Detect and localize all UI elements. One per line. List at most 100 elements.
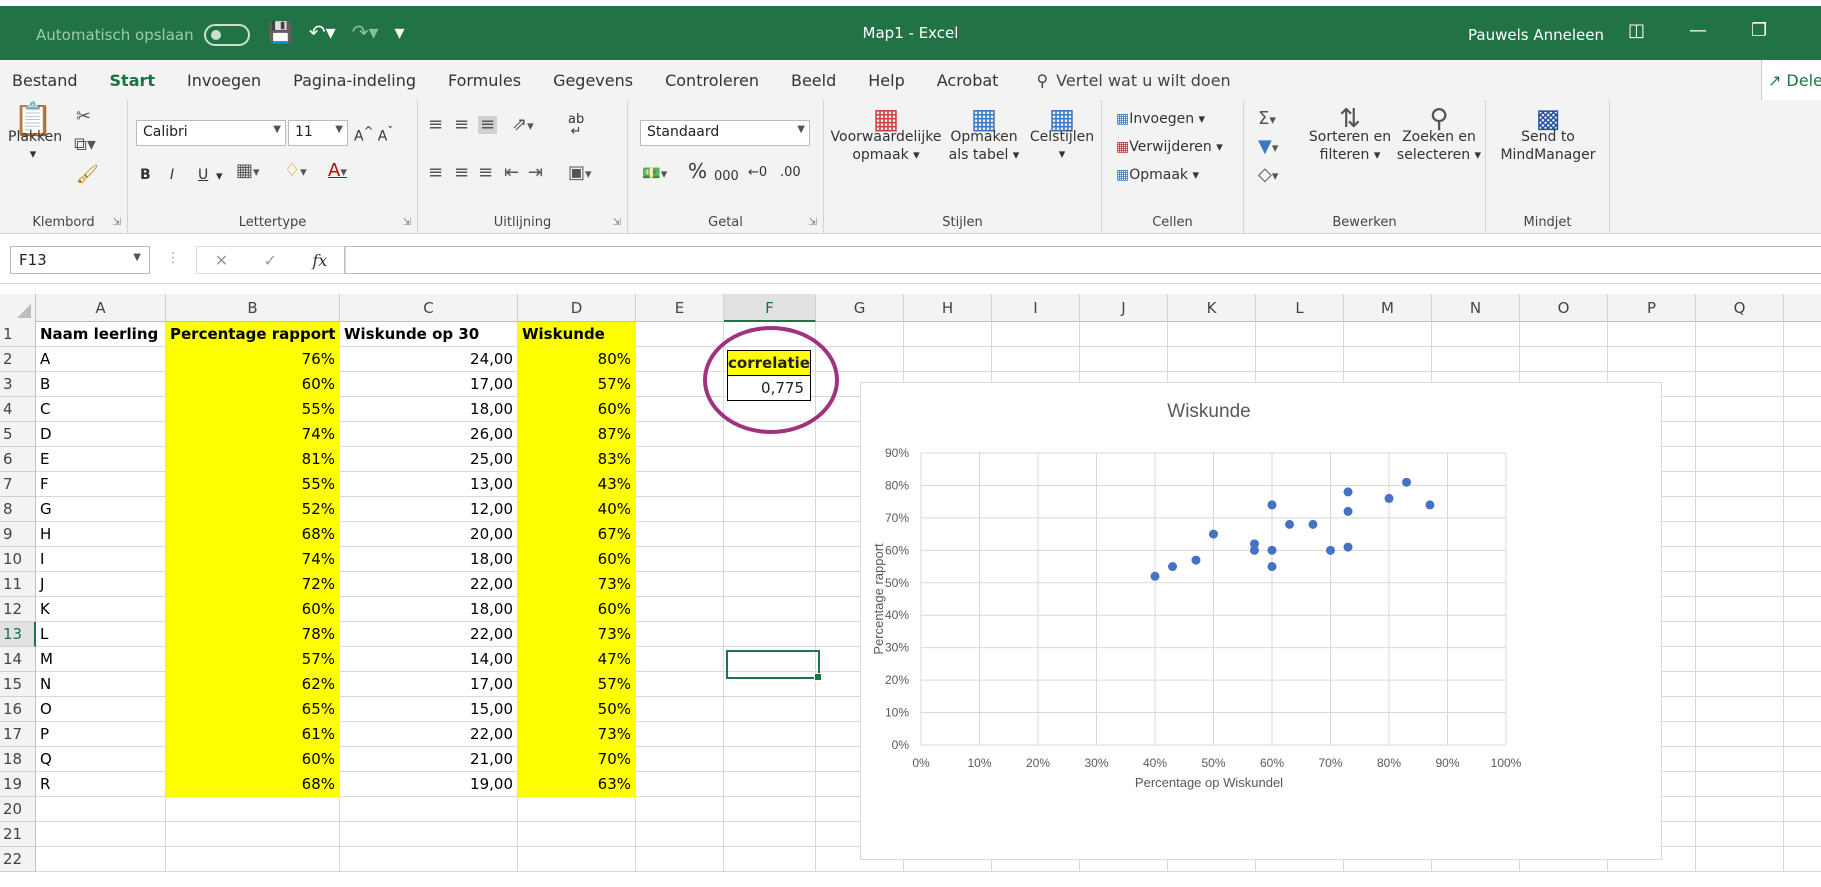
cell[interactable]: [1696, 372, 1784, 397]
column-header-b[interactable]: B: [166, 294, 340, 322]
column-header-q[interactable]: Q: [1696, 294, 1784, 322]
cell[interactable]: [724, 547, 816, 572]
align-left-icon[interactable]: ≡: [428, 164, 443, 182]
cell[interactable]: [1080, 322, 1168, 347]
dialog-launcher-icon[interactable]: ⇲: [613, 217, 621, 228]
row-header[interactable]: 2: [0, 347, 36, 372]
font-size-combo[interactable]: 11 ▼: [288, 120, 348, 146]
cell[interactable]: [636, 722, 724, 747]
cell[interactable]: [1344, 322, 1432, 347]
cell[interactable]: [1696, 322, 1784, 347]
cell[interactable]: 73%: [518, 622, 636, 647]
tab-bestand[interactable]: Bestand: [0, 71, 94, 90]
tab-invoegen[interactable]: Invoegen: [171, 71, 277, 90]
borders-icon[interactable]: ▦▾: [236, 162, 260, 182]
cell[interactable]: 74%: [166, 547, 340, 572]
cell[interactable]: [1696, 847, 1784, 872]
cell[interactable]: 50%: [518, 697, 636, 722]
column-header-j[interactable]: J: [1080, 294, 1168, 322]
column-header-o[interactable]: O: [1520, 294, 1608, 322]
increase-indent-icon[interactable]: ⇥: [528, 164, 543, 182]
cell[interactable]: E: [36, 447, 166, 472]
cell[interactable]: [1696, 597, 1784, 622]
cell[interactable]: [724, 822, 816, 847]
cell[interactable]: [1784, 647, 1821, 672]
row-header[interactable]: 14: [0, 647, 36, 672]
cell[interactable]: 57%: [166, 647, 340, 672]
cell[interactable]: [636, 497, 724, 522]
row-header[interactable]: 18: [0, 747, 36, 772]
cell[interactable]: G: [36, 497, 166, 522]
cell[interactable]: [1168, 322, 1256, 347]
column-header-r[interactable]: R: [1784, 294, 1821, 322]
name-box[interactable]: F13 ▼: [10, 246, 150, 274]
cell[interactable]: [636, 572, 724, 597]
font-name-combo[interactable]: Calibri ▼: [136, 120, 286, 146]
cell[interactable]: J: [36, 572, 166, 597]
delete-cells-button[interactable]: ▦Verwijderen ▾: [1116, 138, 1223, 157]
cell[interactable]: F: [36, 472, 166, 497]
tab-beeld[interactable]: Beeld: [775, 71, 852, 90]
cell[interactable]: 74%: [166, 422, 340, 447]
cell[interactable]: [636, 547, 724, 572]
cell[interactable]: 60%: [518, 597, 636, 622]
cell[interactable]: [518, 797, 636, 822]
cell[interactable]: 18,00: [340, 597, 518, 622]
cell[interactable]: 13,00: [340, 472, 518, 497]
select-all-corner[interactable]: [0, 294, 36, 322]
cell[interactable]: [1784, 622, 1821, 647]
column-header-p[interactable]: P: [1608, 294, 1696, 322]
restore-icon[interactable]: ❐: [1751, 20, 1767, 41]
row-header[interactable]: 21: [0, 822, 36, 847]
cell[interactable]: 78%: [166, 622, 340, 647]
italic-button[interactable]: I: [170, 166, 174, 184]
cell[interactable]: [1696, 722, 1784, 747]
cell[interactable]: [636, 447, 724, 472]
cell[interactable]: 60%: [518, 547, 636, 572]
cell[interactable]: [636, 422, 724, 447]
orientation-icon[interactable]: ⇗▾: [512, 116, 534, 136]
tab-pagina-indeling[interactable]: Pagina-indeling: [277, 71, 432, 90]
column-header-e[interactable]: E: [636, 294, 724, 322]
dialog-launcher-icon[interactable]: ⇲: [403, 217, 411, 228]
cell[interactable]: [1784, 797, 1821, 822]
cell[interactable]: [1696, 822, 1784, 847]
cell[interactable]: [1784, 547, 1821, 572]
cell[interactable]: [1696, 497, 1784, 522]
cell[interactable]: [1784, 747, 1821, 772]
cell[interactable]: [340, 847, 518, 872]
tell-me-box[interactable]: ⚲ Vertel wat u wilt doen: [1014, 71, 1230, 90]
cell[interactable]: [636, 672, 724, 697]
decrease-indent-icon[interactable]: ⇤: [504, 164, 519, 182]
format-painter-icon[interactable]: 🖌: [76, 166, 99, 184]
cell[interactable]: 18,00: [340, 397, 518, 422]
scatter-chart[interactable]: Wiskunde 0% 10% 20% 30% 40% 50% 60% 70% 80% 90% 100…: [860, 382, 1662, 860]
cell[interactable]: 68%: [166, 522, 340, 547]
cell[interactable]: 60%: [166, 372, 340, 397]
cell[interactable]: Naam leerling: [36, 322, 166, 347]
cell[interactable]: 63%: [518, 772, 636, 797]
cell[interactable]: 55%: [166, 472, 340, 497]
cell[interactable]: [518, 847, 636, 872]
grow-font-icon[interactable]: A^ Aˇ: [354, 122, 393, 146]
cell[interactable]: [36, 847, 166, 872]
cell[interactable]: [1696, 397, 1784, 422]
cell[interactable]: [1696, 622, 1784, 647]
active-cell-selection[interactable]: [726, 650, 822, 681]
cell[interactable]: [1784, 722, 1821, 747]
cell[interactable]: [724, 772, 816, 797]
underline-button[interactable]: U: [198, 166, 208, 184]
cell[interactable]: [340, 797, 518, 822]
cell[interactable]: [1344, 347, 1432, 372]
cell[interactable]: 21,00: [340, 747, 518, 772]
cell[interactable]: [1696, 447, 1784, 472]
cell[interactable]: [1432, 322, 1520, 347]
cell[interactable]: [724, 447, 816, 472]
cell[interactable]: 15,00: [340, 697, 518, 722]
cell[interactable]: 40%: [518, 497, 636, 522]
cell[interactable]: [636, 847, 724, 872]
cell[interactable]: [724, 797, 816, 822]
cell[interactable]: [166, 797, 340, 822]
cell[interactable]: B: [36, 372, 166, 397]
cell[interactable]: [1784, 697, 1821, 722]
